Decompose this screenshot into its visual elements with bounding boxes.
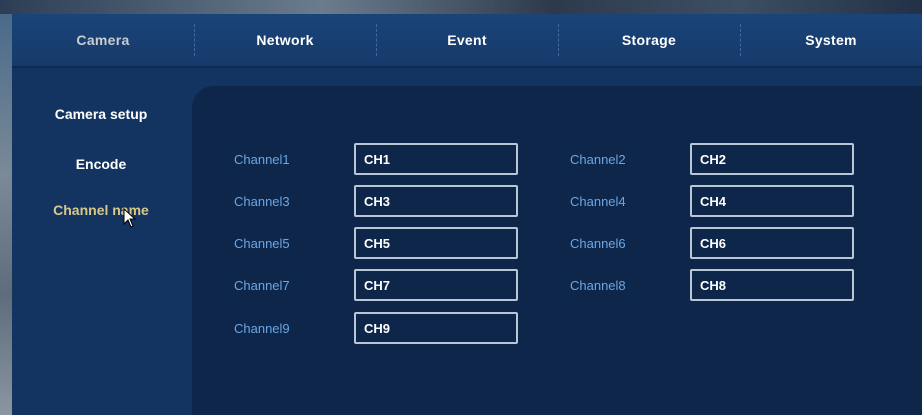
channel-label: Channel5 [234, 236, 290, 251]
tab-storage[interactable]: Storage [558, 14, 740, 66]
background-video-strip [0, 0, 922, 14]
sidebar: Camera setup Encode Channel name [12, 68, 190, 415]
mouse-pointer-icon [123, 208, 137, 228]
channel4-name-input[interactable] [690, 185, 854, 217]
channel-label: Channel9 [234, 321, 290, 336]
channel-label: Channel2 [570, 152, 626, 167]
channel-label: Channel8 [570, 278, 626, 293]
channel-label: Channel3 [234, 194, 290, 209]
tab-event[interactable]: Event [376, 14, 558, 66]
channel3-name-input[interactable] [354, 185, 518, 217]
channel-label: Channel4 [570, 194, 626, 209]
channel7-name-input[interactable] [354, 269, 518, 301]
sidebar-item-camera-setup[interactable]: Camera setup [12, 106, 190, 122]
settings-window: Camera Network Event Storage System Came… [12, 14, 922, 415]
channel-label: Channel7 [234, 278, 290, 293]
tab-network[interactable]: Network [194, 14, 376, 66]
channel9-name-input[interactable] [354, 312, 518, 344]
channel5-name-input[interactable] [354, 227, 518, 259]
tab-system[interactable]: System [740, 14, 922, 66]
sidebar-item-encode[interactable]: Encode [12, 156, 190, 172]
top-tab-bar: Camera Network Event Storage System [12, 14, 922, 68]
channel1-name-input[interactable] [354, 143, 518, 175]
background-video-edge [0, 14, 12, 415]
channel2-name-input[interactable] [690, 143, 854, 175]
channel-name-panel: Channel1 Channel3 Channel5 Channel7 Chan… [192, 86, 922, 415]
sidebar-item-channel-name[interactable]: Channel name [12, 202, 190, 218]
channel8-name-input[interactable] [690, 269, 854, 301]
channel-label: Channel6 [570, 236, 626, 251]
channel6-name-input[interactable] [690, 227, 854, 259]
tab-camera[interactable]: Camera [12, 14, 194, 66]
channel-label: Channel1 [234, 152, 290, 167]
